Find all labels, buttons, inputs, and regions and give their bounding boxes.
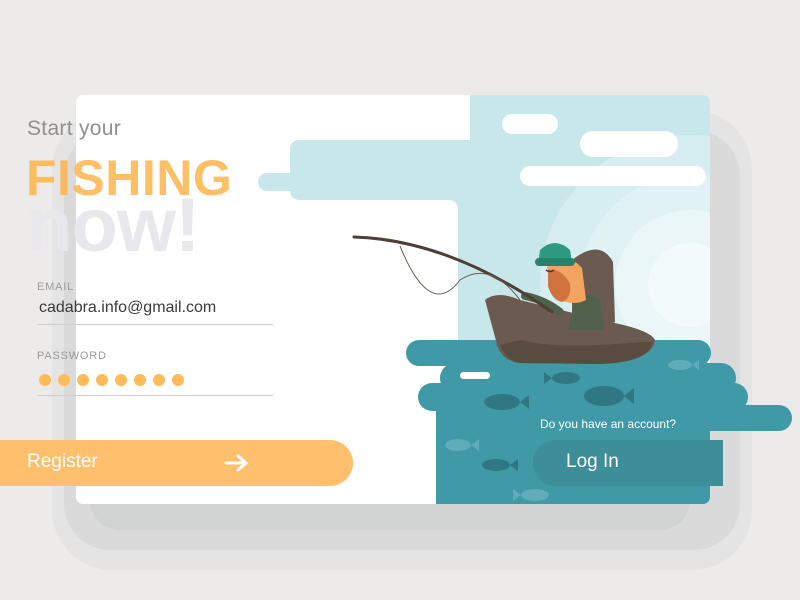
password-mask-dot bbox=[96, 374, 108, 386]
password-mask-dot bbox=[115, 374, 127, 386]
password-mask-dot bbox=[39, 374, 51, 386]
password-mask-dot bbox=[58, 374, 70, 386]
account-prompt: Do you have an account? bbox=[540, 417, 677, 431]
password-mask-dot bbox=[134, 374, 146, 386]
headline-intro: Start your bbox=[27, 117, 122, 140]
password-label: PASSWORD bbox=[37, 350, 107, 362]
email-field[interactable] bbox=[37, 297, 273, 325]
login-button[interactable]: Log In bbox=[533, 440, 723, 486]
password-mask-dot bbox=[153, 374, 165, 386]
password-field[interactable] bbox=[37, 369, 273, 396]
password-mask-dot bbox=[77, 374, 89, 386]
password-mask-dot bbox=[172, 374, 184, 386]
sky-streak bbox=[258, 173, 398, 191]
headline-fishing: FISHING bbox=[26, 150, 233, 206]
login-label: Log In bbox=[566, 451, 619, 472]
email-label: EMAIL bbox=[37, 281, 75, 293]
register-label: Register bbox=[27, 451, 98, 472]
register-button[interactable]: Register bbox=[0, 440, 353, 486]
arrow-right-icon bbox=[224, 454, 248, 472]
